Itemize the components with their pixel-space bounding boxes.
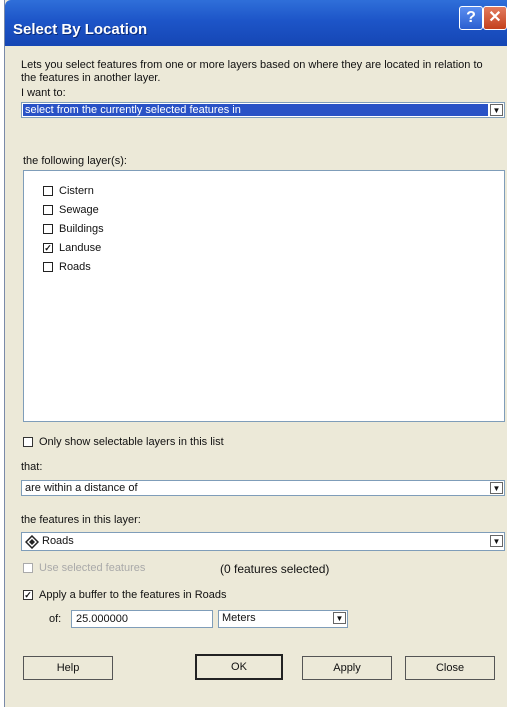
only-selectable-label: Only show selectable layers in this list bbox=[39, 436, 224, 448]
source-layer-label: the features in this layer: bbox=[21, 514, 141, 526]
chevron-down-icon[interactable]: ▼ bbox=[333, 612, 346, 624]
layer-item-label: Cistern bbox=[59, 185, 94, 197]
layer-checkbox[interactable] bbox=[43, 224, 53, 234]
buffer-units-dropdown[interactable]: Meters ▼ bbox=[218, 610, 348, 628]
title-bar[interactable]: Select By Location ? ✕ bbox=[5, 0, 507, 46]
source-layer-dropdown[interactable]: Roads ▼ bbox=[21, 532, 505, 551]
selection-method-value: select from the currently selected featu… bbox=[23, 104, 488, 116]
selected-count-text: (0 features selected) bbox=[220, 562, 330, 576]
help-button[interactable]: Help bbox=[23, 656, 113, 680]
use-selected-features-checkbox[interactable] bbox=[23, 563, 33, 573]
spatial-method-value: are within a distance of bbox=[25, 482, 138, 494]
close-button[interactable]: Close bbox=[405, 656, 495, 680]
chevron-down-icon[interactable]: ▼ bbox=[490, 535, 503, 547]
i-want-to-label: I want to: bbox=[21, 87, 66, 99]
source-layer-value: Roads bbox=[42, 535, 74, 547]
target-layers-list[interactable]: Cistern Sewage Buildings ✓ Landuse Roads bbox=[23, 170, 505, 422]
diamond-layer-icon bbox=[25, 535, 39, 549]
layer-checkbox-checked[interactable]: ✓ bbox=[43, 243, 53, 253]
window-title: Select By Location bbox=[13, 21, 148, 38]
layer-item-label: Roads bbox=[59, 261, 91, 273]
layer-item-label: Landuse bbox=[59, 242, 102, 254]
buffer-units-value: Meters bbox=[222, 612, 256, 624]
chevron-down-icon[interactable]: ▼ bbox=[490, 104, 503, 116]
layer-item-label: Sewage bbox=[59, 204, 99, 216]
help-icon[interactable]: ? bbox=[459, 6, 483, 30]
target-layers-label: the following layer(s): bbox=[23, 155, 127, 167]
buffer-distance-input[interactable]: 25.000000 bbox=[71, 610, 213, 628]
apply-button[interactable]: Apply bbox=[302, 656, 392, 680]
chevron-down-icon[interactable]: ▼ bbox=[490, 482, 503, 494]
ok-button[interactable]: OK bbox=[195, 654, 283, 680]
that-label: that: bbox=[21, 461, 43, 473]
select-by-location-dialog: Select By Location ? ✕ Lets you select f… bbox=[4, 0, 507, 707]
use-selected-features-label: Use selected features bbox=[39, 562, 146, 574]
layer-item-label: Buildings bbox=[59, 223, 104, 235]
layer-checkbox[interactable] bbox=[43, 186, 53, 196]
description-text: Lets you select features from one or mor… bbox=[21, 59, 483, 84]
spatial-method-dropdown[interactable]: are within a distance of ▼ bbox=[21, 480, 505, 496]
buffer-of-label: of: bbox=[49, 613, 62, 625]
close-icon[interactable]: ✕ bbox=[483, 6, 507, 30]
buffer-distance-value: 25.000000 bbox=[76, 613, 128, 625]
layer-checkbox[interactable] bbox=[43, 205, 53, 215]
selection-method-dropdown[interactable]: select from the currently selected featu… bbox=[21, 102, 505, 118]
layer-checkbox[interactable] bbox=[43, 262, 53, 272]
apply-buffer-label: Apply a buffer to the features in Roads bbox=[39, 589, 227, 601]
only-selectable-checkbox[interactable] bbox=[23, 437, 33, 447]
apply-buffer-checkbox[interactable]: ✓ bbox=[23, 590, 33, 600]
